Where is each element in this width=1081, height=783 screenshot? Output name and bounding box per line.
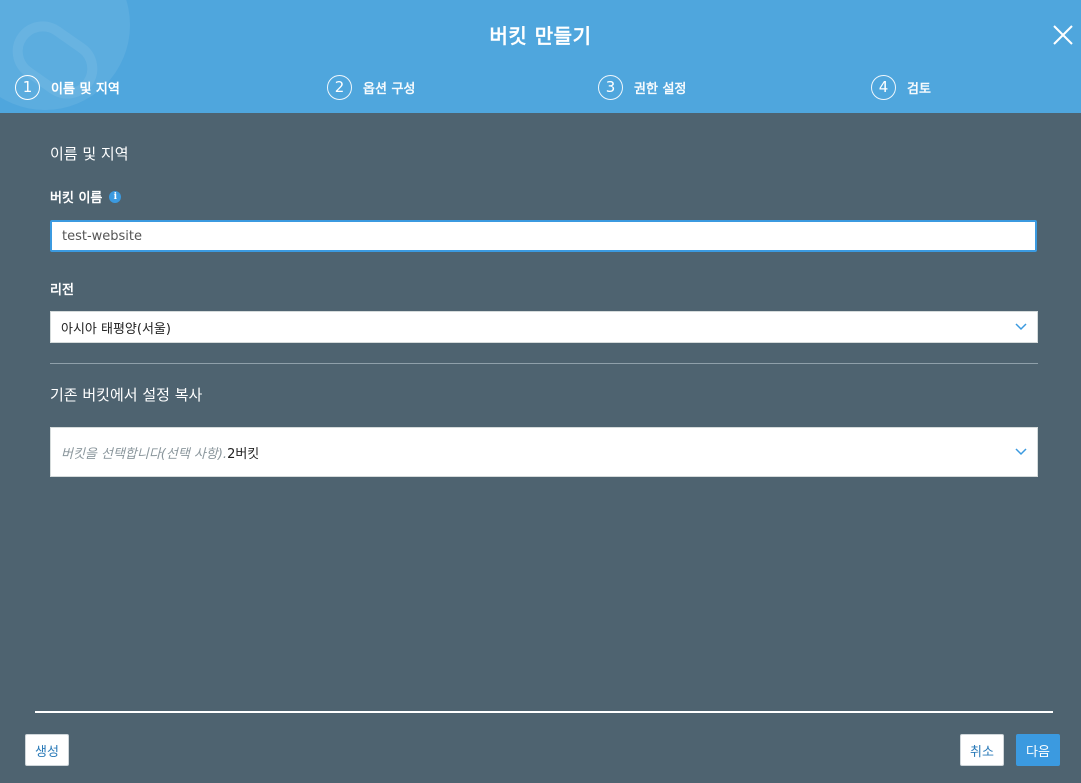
- step-4-label: 검토: [907, 81, 931, 97]
- chevron-down-icon: [1015, 445, 1027, 460]
- bucket-name-label-text: 버킷 이름: [50, 191, 103, 206]
- region-select-value: 아시아 태평양(서울): [61, 321, 171, 337]
- section-divider: [50, 363, 1038, 364]
- step-2-number: 2: [327, 74, 352, 100]
- close-icon[interactable]: [1050, 22, 1076, 48]
- step-2-label: 옵션 구성: [363, 81, 416, 97]
- step-1-label: 이름 및 지역: [51, 81, 120, 97]
- step-4[interactable]: 4 검토: [871, 74, 931, 100]
- chevron-down-icon: [1015, 320, 1027, 335]
- step-4-number: 4: [871, 74, 896, 100]
- bucket-name-input[interactable]: [50, 220, 1037, 252]
- footer-divider: [35, 711, 1053, 713]
- region-select[interactable]: 아시아 태평양(서울): [50, 311, 1038, 343]
- step-3[interactable]: 3 권한 설정: [598, 74, 686, 100]
- section-title: 이름 및 지역: [50, 145, 129, 163]
- copy-bucket-select[interactable]: 버킷을 선택합니다(선택 사항). 2버킷: [50, 427, 1038, 477]
- copy-bucket-placeholder: 버킷을 선택합니다(선택 사항).: [61, 446, 228, 462]
- wizard-header: 버킷 만들기 1 이름 및 지역 2 옵션 구성 3 권한 설정 4 검토: [0, 0, 1081, 113]
- step-1-number: 1: [15, 74, 40, 100]
- info-icon[interactable]: i: [109, 190, 122, 203]
- step-2[interactable]: 2 옵션 구성: [327, 74, 415, 100]
- create-button[interactable]: 생성: [25, 734, 69, 766]
- cancel-button[interactable]: 취소: [960, 734, 1004, 766]
- step-1[interactable]: 1 이름 및 지역: [15, 74, 120, 100]
- copy-settings-title: 기존 버킷에서 설정 복사: [50, 386, 203, 404]
- step-3-number: 3: [598, 74, 623, 100]
- step-3-label: 권한 설정: [634, 81, 687, 97]
- dialog-title: 버킷 만들기: [489, 24, 592, 48]
- copy-bucket-count: 2버킷: [227, 446, 260, 462]
- bucket-name-label: 버킷 이름 i: [50, 187, 122, 206]
- region-label: 리전: [50, 283, 74, 298]
- next-button[interactable]: 다음: [1016, 734, 1060, 766]
